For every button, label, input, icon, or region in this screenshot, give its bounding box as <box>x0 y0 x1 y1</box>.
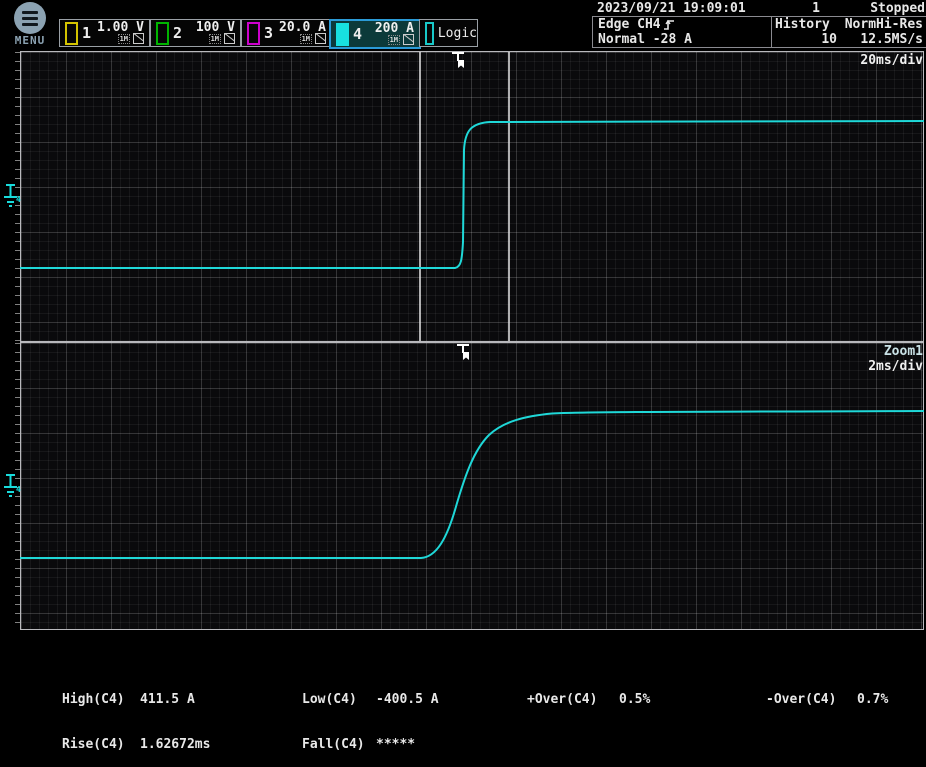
datetime-display: 2023/09/21 19:09:01 <box>597 1 746 16</box>
trigger-info-box: Edge CH4 Normal -28 A History NormHi-Res… <box>592 16 926 48</box>
channel-2-impedance-icon: 1M <box>209 34 221 44</box>
measurement-column-2: Low(C4) -400.5 A Fall(C4) ***** <box>302 662 439 767</box>
channel-4-color-bar-icon <box>336 23 349 46</box>
channel-2-indicator[interactable]: 2 100 V 1M <box>150 19 241 47</box>
channel-3-scale: 20.0 A <box>279 22 326 33</box>
logic-color-bar-icon <box>425 22 434 45</box>
measurement-value: 1.62672ms <box>140 737 210 752</box>
channel-1-color-bar-icon <box>65 22 78 45</box>
zoom1-waveform-area[interactable] <box>20 342 924 630</box>
channel-2-probe-icon <box>224 33 235 44</box>
history-count: 10 <box>775 32 837 47</box>
channel-3-number: 3 <box>264 24 273 42</box>
run-state-indicator: Stopped <box>840 1 925 16</box>
channel-4-probe-icon <box>403 34 414 45</box>
measurement-low: Low(C4) -400.5 A <box>302 692 439 707</box>
measurement-column-3: +Over(C4) 0.5% <box>527 662 650 722</box>
measurement-pover: +Over(C4) 0.5% <box>527 692 650 707</box>
measurement-label: Low(C4) <box>302 692 364 707</box>
measurement-column-1: High(C4) 411.5 A Rise(C4) 1.62672ms <box>62 662 210 767</box>
menu-button-label: MENU <box>8 34 52 47</box>
zoom1-label: Zoom1 <box>884 344 923 359</box>
acquisition-mode: NormHi-Res <box>837 17 923 32</box>
channel-1-scale: 1.00 V <box>97 22 144 33</box>
hamburger-menu-icon <box>14 2 46 34</box>
channel-1-number: 1 <box>82 24 91 42</box>
channel-2-number: 2 <box>173 24 182 42</box>
sample-rate: 12.5MS/s <box>837 32 923 47</box>
measurement-column-4: -Over(C4) 0.7% <box>766 662 888 722</box>
measurement-value: 0.5% <box>619 692 650 707</box>
oscilloscope-screen: { "toolbar": { "menu_label": "MENU", "ch… <box>0 0 926 695</box>
channel-4-number: 4 <box>353 25 362 43</box>
measurement-value: 411.5 A <box>140 692 195 707</box>
channel-3-color-bar-icon <box>247 22 260 45</box>
measurement-label: +Over(C4) <box>527 692 607 707</box>
trigger-mode-level: Normal -28 A <box>598 32 771 47</box>
channel-3-indicator[interactable]: 3 20.0 A 1M <box>241 19 332 47</box>
channel-1-indicator[interactable]: 1 1.00 V 1M <box>59 19 150 47</box>
channel-2-color-bar-icon <box>156 22 169 45</box>
channel-3-impedance-icon: 1M <box>300 34 312 44</box>
main-waveform-area[interactable] <box>20 51 924 342</box>
measurement-label: High(C4) <box>62 692 128 707</box>
trigger-settings[interactable]: Edge CH4 Normal -28 A <box>593 17 772 47</box>
measurement-value: -400.5 A <box>376 692 439 707</box>
measurement-high: High(C4) 411.5 A <box>62 692 210 707</box>
logic-channel-indicator[interactable]: Logic <box>419 19 478 47</box>
channel-1-impedance-icon: 1M <box>118 34 130 44</box>
rising-edge-icon <box>663 18 676 31</box>
measurement-value: 0.7% <box>857 692 888 707</box>
channel-3-probe-icon <box>315 33 326 44</box>
measurement-rise: Rise(C4) 1.62672ms <box>62 737 210 752</box>
channel-4-indicator-selected[interactable]: 4 200 A 1M <box>329 19 421 49</box>
channel-1-probe-icon <box>133 33 144 44</box>
channel-4-impedance-icon: 1M <box>388 35 400 45</box>
acquisition-count: 1 <box>790 1 820 16</box>
measurement-value: ***** <box>376 737 415 752</box>
measurement-fall: Fall(C4) ***** <box>302 737 439 752</box>
measurement-label: Fall(C4) <box>302 737 364 752</box>
measurement-label: Rise(C4) <box>62 737 128 752</box>
channel-2-scale: 100 V <box>196 22 235 33</box>
logic-label: Logic <box>438 26 477 41</box>
history-acquisition-cell[interactable]: History NormHi-Res 10 12.5MS/s <box>772 17 926 47</box>
channel-4-scale: 200 A <box>375 23 414 34</box>
trigger-type: Edge CH4 <box>598 17 661 32</box>
history-label: History <box>775 17 837 32</box>
main-timebase-label: 20ms/div <box>860 53 923 68</box>
menu-button[interactable]: MENU <box>8 2 52 48</box>
measurement-label: -Over(C4) <box>766 692 845 707</box>
measurement-nover: -Over(C4) 0.7% <box>766 692 888 707</box>
zoom1-timebase-label: 2ms/div <box>868 359 923 374</box>
